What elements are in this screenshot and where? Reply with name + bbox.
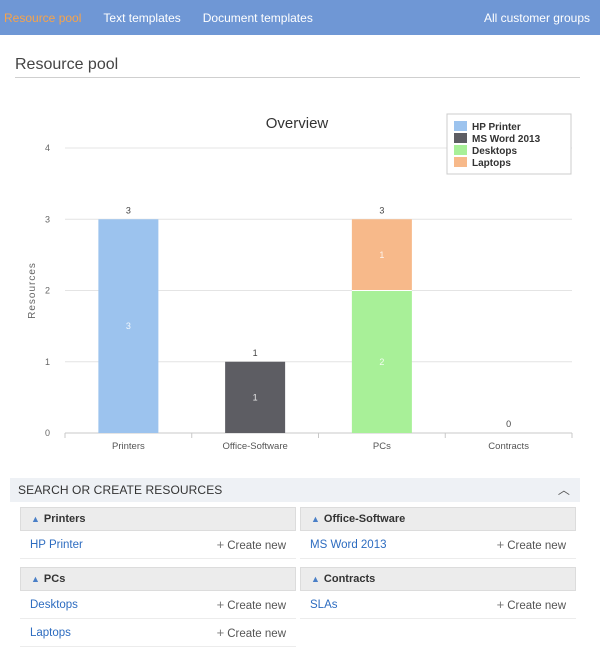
title-divider xyxy=(15,77,580,78)
list-item: SLAs + Create new xyxy=(300,591,576,619)
create-new-label: Create new xyxy=(507,600,566,612)
plus-icon: + xyxy=(496,537,505,552)
bar-total-label: 3 xyxy=(379,205,384,215)
home-icon: ▲ xyxy=(311,514,320,524)
group-pcs: ▲ PCs Desktops + Create new Laptops + Crea… xyxy=(20,567,296,647)
y-tick-label: 0 xyxy=(45,428,50,438)
create-new-label: Create new xyxy=(227,540,286,552)
x-tick-label: Office-Software xyxy=(222,441,287,452)
legend-swatch xyxy=(454,121,467,131)
search-create-title: SEARCH OR CREATE RESOURCES xyxy=(18,483,223,497)
create-new-label: Create new xyxy=(227,600,286,612)
home-icon: ▲ xyxy=(311,574,320,584)
bar-value-label: 3 xyxy=(126,321,131,331)
plus-icon: + xyxy=(216,625,225,640)
group-header-office-software: ▲ Office-Software xyxy=(300,507,576,531)
collapse-chevron-icon[interactable]: ︿ xyxy=(558,481,570,498)
create-new-button[interactable]: + Create new xyxy=(217,597,286,612)
resource-link-desktops[interactable]: Desktops xyxy=(30,599,78,611)
plus-icon: + xyxy=(496,597,505,612)
group-header-printers: ▲ Printers xyxy=(20,507,296,531)
resource-link-ms-word-2013[interactable]: MS Word 2013 xyxy=(310,539,387,551)
plus-icon: + xyxy=(216,597,225,612)
nav-resource-pool[interactable]: Resource pool xyxy=(0,11,92,25)
legend-label: MS Word 2013 xyxy=(472,134,541,145)
x-tick-label: PCs xyxy=(373,441,391,452)
plus-icon: + xyxy=(216,537,225,552)
nav-text-templates[interactable]: Text templates xyxy=(92,11,191,25)
legend-swatch xyxy=(454,157,467,167)
nav-all-customer-groups[interactable]: All customer groups xyxy=(473,11,600,25)
create-new-button[interactable]: + Create new xyxy=(217,625,286,640)
group-printers: ▲ Printers HP Printer + Create new xyxy=(20,507,296,559)
create-new-button[interactable]: + Create new xyxy=(497,597,566,612)
y-tick-label: 3 xyxy=(45,214,50,224)
list-item: HP Printer + Create new xyxy=(20,531,296,559)
list-item: Laptops + Create new xyxy=(20,619,296,647)
legend-label: Laptops xyxy=(472,158,511,169)
legend-label: HP Printer xyxy=(472,122,521,133)
group-header-contracts: ▲ Contracts xyxy=(300,567,576,591)
create-new-label: Create new xyxy=(227,628,286,640)
bar-value-label: 1 xyxy=(253,392,258,402)
overview-chart: 0 1 2 3 4 Resources Printers Office-Software PCs… xyxy=(27,113,573,452)
list-item: MS Word 2013 + Create new xyxy=(300,531,576,559)
page-title: Resource pool xyxy=(15,56,119,73)
group-title: PCs xyxy=(43,573,66,585)
x-tick-label: Printers xyxy=(112,441,145,452)
group-header-pcs: ▲ PCs xyxy=(20,567,296,591)
bar-total-label: 3 xyxy=(126,205,131,215)
home-icon: ▲ xyxy=(31,574,40,584)
nav-document-templates[interactable]: Document templates xyxy=(192,11,324,25)
bar-total-label: 1 xyxy=(253,348,258,358)
chart-title: Overview xyxy=(266,115,329,132)
legend-label: Desktops xyxy=(472,146,517,157)
group-title: Printers xyxy=(43,513,86,525)
home-icon: ▲ xyxy=(31,514,40,524)
resource-link-hp-printer[interactable]: HP Printer xyxy=(30,539,83,551)
create-new-label: Create new xyxy=(507,540,566,552)
bar-value-label: 2 xyxy=(379,357,384,367)
group-contracts: ▲ Contracts SLAs + Create new xyxy=(300,567,576,619)
legend-swatch xyxy=(454,145,467,155)
group-title: Office-Software xyxy=(323,513,406,525)
group-office-software: ▲ Office-Software MS Word 2013 + Create n… xyxy=(300,507,576,559)
y-tick-label: 4 xyxy=(45,143,50,153)
search-create-header[interactable]: SEARCH OR CREATE RESOURCES ︿ xyxy=(10,478,580,502)
bar-total-label: 0 xyxy=(506,419,511,429)
y-tick-label: 1 xyxy=(45,357,50,367)
y-tick-label: 2 xyxy=(45,286,50,296)
x-tick-label: Contracts xyxy=(488,441,529,452)
bar-value-label: 1 xyxy=(379,250,384,260)
top-navigation: Resource pool Text templates Document te… xyxy=(0,0,600,35)
group-title: Contracts xyxy=(323,573,376,585)
create-new-button[interactable]: + Create new xyxy=(497,537,566,552)
y-axis-label: Resources xyxy=(27,262,38,319)
resource-link-slas[interactable]: SLAs xyxy=(310,599,338,611)
resource-link-laptops[interactable]: Laptops xyxy=(30,627,71,639)
create-new-button[interactable]: + Create new xyxy=(217,537,286,552)
list-item: Desktops + Create new xyxy=(20,591,296,619)
legend-swatch xyxy=(454,133,467,143)
